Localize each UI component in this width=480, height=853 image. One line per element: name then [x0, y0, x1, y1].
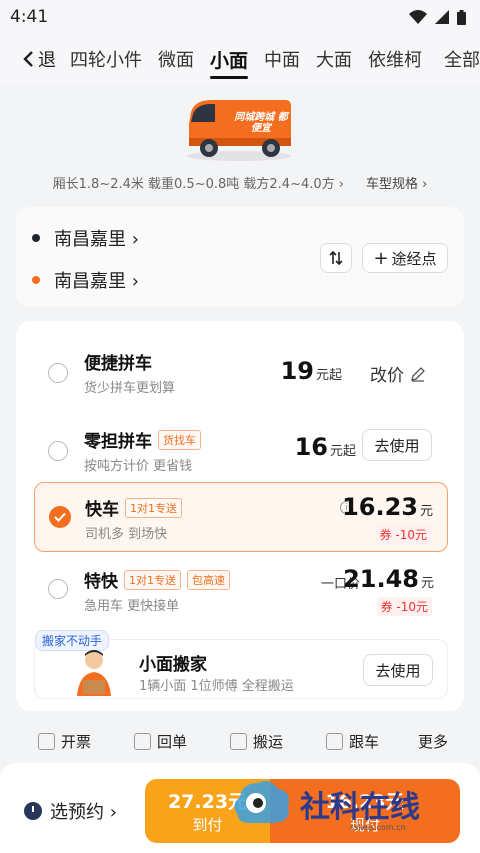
clock-icon — [24, 802, 42, 820]
status-time: 4:41 — [10, 7, 49, 27]
radio-carpool[interactable] — [48, 363, 68, 383]
checkbox[interactable] — [134, 732, 151, 750]
reserve-button[interactable]: 选预约 › — [24, 798, 117, 824]
tab-iveco[interactable]: 依维柯 — [368, 46, 422, 72]
option-subtitle: 司机多 到场快 — [85, 527, 168, 542]
filter-receipt[interactable]: 回单 — [134, 731, 230, 752]
to-address: 南昌嘉里 › — [54, 271, 139, 292]
extra-filters: 开票 回单 搬运 跟车 更多 — [0, 724, 480, 758]
option-price: 19 元起 — [280, 357, 342, 385]
option-express[interactable]: 快车 1对1专送 司机多 到场快 i 16.23 元 券 -10元 — [34, 482, 448, 552]
filter-invoice[interactable]: 开票 — [38, 731, 134, 752]
option-ltl[interactable]: 零担拼车 货找车 按吨方计价 更省钱 16 元起 去使用 — [16, 423, 464, 483]
specs-link[interactable]: 车型规格 › — [366, 173, 427, 192]
option-subtitle: 货少拼车更划算 — [84, 381, 176, 396]
option-price: 21.48 元 — [343, 565, 434, 593]
pay-on-arrival-label: 到付 — [192, 816, 223, 834]
wifi-icon — [409, 10, 427, 24]
signal-icon — [435, 10, 449, 24]
option-price: 16.23 元 — [342, 493, 433, 521]
status-bar: 4:41 — [0, 0, 480, 34]
checkbox[interactable] — [38, 732, 55, 750]
change-price-button[interactable]: 改价 — [370, 361, 426, 386]
service-options: 便捷拼车 货少拼车更划算 19 元起 改价 零担拼车 货找车 按吨方计价 更省钱… — [16, 321, 464, 711]
tab-all[interactable]: 全部 — [444, 46, 480, 72]
option-premium[interactable]: 特快 1对1专送 包高速 急用车 更快接单 一口价 21.48 元 券 -10元 — [16, 565, 464, 627]
van-illustration: 同城跨城 都便宜 — [0, 92, 480, 162]
option-tag: 1对1专送 — [124, 569, 181, 590]
mover-avatar-icon — [77, 650, 111, 696]
option-title: 零担拼车 货找车 — [84, 427, 201, 452]
moving-title: 小面搬家 — [139, 655, 207, 675]
vehicle-specs: 厢长1.8~2.4米 载重0.5~0.8吨 载方2.4~4.0方 › 车型规格 … — [0, 162, 480, 202]
route-card: 南昌嘉里 › 南昌嘉里 › + 途经点 — [16, 207, 464, 307]
tab-micro-van[interactable]: 微面 — [158, 46, 194, 72]
back-label: 退 — [38, 50, 56, 71]
from-address: 南昌嘉里 › — [54, 229, 139, 250]
option-tag: 1对1专送 — [125, 497, 182, 518]
route-from[interactable]: 南昌嘉里 › — [32, 225, 139, 251]
option-price: 16 元起 — [294, 433, 356, 461]
option-tag-2: 包高速 — [187, 569, 230, 590]
option-subtitle: 按吨方计价 更省钱 — [84, 459, 193, 474]
radio-express-checked[interactable] — [49, 506, 71, 528]
watermark-text: 社科在线 — [300, 790, 420, 825]
moving-subtitle: 1辆小面 1位师傅 全程搬运 — [139, 679, 294, 694]
check-icon — [54, 512, 66, 522]
filter-ride-along[interactable]: 跟车 — [326, 731, 418, 752]
use-ltl-button[interactable]: 去使用 — [362, 429, 432, 461]
plus-icon: + — [373, 247, 389, 269]
watermark-logo-icon — [234, 781, 289, 823]
waypoint-label: 途经点 — [391, 249, 437, 268]
watermark-url: sskeis.com.cn — [350, 823, 406, 832]
option-tag: 货找车 — [158, 429, 201, 450]
option-title: 便捷拼车 — [84, 354, 152, 374]
specs-text[interactable]: 厢长1.8~2.4米 载重0.5~0.8吨 载方2.4~4.0方 › — [53, 173, 344, 192]
back-button[interactable]: 退 — [22, 46, 56, 72]
from-dot-icon — [32, 234, 40, 242]
option-subtitle: 急用车 更快接单 — [84, 599, 180, 614]
coupon-badge: 券 -10元 — [376, 597, 432, 616]
swap-icon — [329, 251, 343, 265]
tab-large-van[interactable]: 大面 — [316, 46, 352, 72]
option-carpool[interactable]: 便捷拼车 货少拼车更划算 19 元起 改价 — [16, 345, 464, 405]
use-moving-button[interactable]: 去使用 — [363, 654, 433, 686]
swap-button[interactable] — [320, 243, 352, 273]
option-title: 特快 1对1专送 包高速 — [84, 567, 230, 592]
chevron-left-icon — [23, 51, 33, 67]
to-dot-icon — [32, 276, 40, 284]
route-to[interactable]: 南昌嘉里 › — [32, 267, 139, 293]
add-waypoint-button[interactable]: + 途经点 — [362, 243, 448, 273]
tab-mini-four-wheel[interactable]: 四轮小件 — [70, 46, 142, 72]
radio-premium[interactable] — [48, 579, 68, 599]
filters-more[interactable]: 更多 — [418, 731, 448, 752]
edit-icon — [411, 366, 425, 382]
coupon-badge: 券 -10元 — [375, 525, 431, 544]
watermark: 社科在线 sskeis.com.cn — [230, 775, 420, 833]
filter-carry[interactable]: 搬运 — [230, 731, 326, 752]
option-title: 快车 1对1专送 — [85, 495, 182, 520]
moving-service[interactable]: 搬家不动手 小面搬家 1辆小面 1位师傅 全程搬运 去使用 — [34, 630, 448, 699]
checkbox[interactable] — [326, 732, 343, 750]
battery-icon — [457, 9, 466, 25]
tab-small-van[interactable]: 小面 — [210, 46, 249, 79]
radio-ltl[interactable] — [48, 441, 68, 461]
tab-medium-van[interactable]: 中面 — [264, 46, 300, 72]
reserve-label: 选预约 › — [50, 802, 117, 823]
vehicle-tabs: 退 四轮小件 微面 小面 中面 大面 依维柯 全部 — [0, 34, 480, 84]
checkbox[interactable] — [230, 732, 247, 750]
van-banner-text: 同城跨城 都便宜 — [234, 112, 288, 134]
